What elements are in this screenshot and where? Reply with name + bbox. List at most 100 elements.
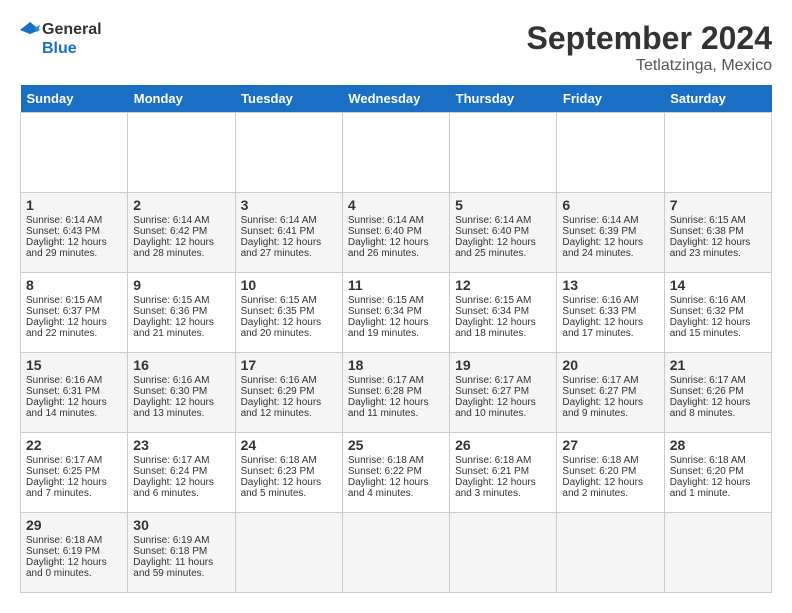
calendar-week-row: 15Sunrise: 6:16 AMSunset: 6:31 PMDayligh… [21,353,772,433]
day-number: 6 [562,197,658,213]
calendar-table: Sunday Monday Tuesday Wednesday Thursday… [20,85,772,593]
day-number: 3 [241,197,337,213]
day-info-line: Daylight: 12 hours [26,317,122,328]
day-number: 5 [455,197,551,213]
day-info-line: Sunset: 6:36 PM [133,306,229,317]
day-info-line: Sunset: 6:34 PM [348,306,444,317]
day-info-line: Daylight: 12 hours [348,237,444,248]
header-monday: Monday [128,85,235,113]
day-info-line: Sunset: 6:42 PM [133,226,229,237]
header-wednesday: Wednesday [342,85,449,113]
day-number: 14 [670,277,766,293]
day-info-line: Sunrise: 6:17 AM [670,375,766,386]
day-info-line: Sunset: 6:24 PM [133,466,229,477]
day-number: 19 [455,357,551,373]
day-info-line: Sunset: 6:28 PM [348,386,444,397]
day-info-line: Sunset: 6:41 PM [241,226,337,237]
logo-blue: Blue [42,40,77,58]
day-info-line: Sunset: 6:40 PM [455,226,551,237]
day-info-line: Sunset: 6:27 PM [562,386,658,397]
day-info-line: Sunset: 6:23 PM [241,466,337,477]
calendar-day-cell: 14Sunrise: 6:16 AMSunset: 6:32 PMDayligh… [664,273,771,353]
day-info-line: Daylight: 12 hours [26,397,122,408]
calendar-week-row: 22 Sunrise: 6:17 AM Sunset: 6:25 PM Dayligh… [21,433,772,513]
logo: General Blue [20,20,102,58]
day-info-line: Daylight: 12 hours [26,557,122,568]
header-tuesday: Tuesday [235,85,342,113]
header-sunday: Sunday [21,85,128,113]
calendar-day-cell: 28Sunrise: 6:18 AMSunset: 6:20 PMDayligh… [664,433,771,513]
day-info-line: and 24 minutes. [562,248,658,259]
calendar-day-cell: 20Sunrise: 6:17 AMSunset: 6:27 PMDayligh… [557,353,664,433]
day-info-line: Sunset: 6:38 PM [670,226,766,237]
day-number: 25 [348,437,444,453]
day-info-line: Daylight: 12 hours [455,317,551,328]
calendar-day-cell: 4 Sunrise: 6:14 AMSunset: 6:40 PMDaylight… [342,193,449,273]
day-info-line: Daylight: 12 hours [562,477,658,488]
logo-general: General [42,21,102,39]
calendar-day-cell [557,513,664,593]
calendar-day-cell [128,113,235,193]
day-info-line: Sunrise: 6:15 AM [670,215,766,226]
day-info-line: Daylight: 12 hours [241,237,337,248]
day-info-line: and 17 minutes. [562,328,658,339]
day-number: 11 [348,277,444,293]
day-number: 2 [133,197,229,213]
day-info-line: and 3 minutes. [455,488,551,499]
day-info-line: Daylight: 12 hours [133,317,229,328]
day-info-line: and 10 minutes. [455,408,551,419]
day-info-line: and 28 minutes. [133,248,229,259]
day-info-line: Sunrise: 6:16 AM [562,295,658,306]
calendar-day-cell [450,513,557,593]
day-info-line: and 5 minutes. [241,488,337,499]
day-number: 1 [26,197,122,213]
day-number: 4 [348,197,444,213]
calendar-day-cell [557,113,664,193]
day-info-line: Sunrise: 6:14 AM [348,215,444,226]
calendar-week-row [21,113,772,193]
day-info-line: and 11 minutes. [348,408,444,419]
day-info-line: and 9 minutes. [562,408,658,419]
day-info-line: Sunrise: 6:15 AM [348,295,444,306]
day-info-line: Sunrise: 6:17 AM [133,455,229,466]
day-info-line: Sunrise: 6:15 AM [241,295,337,306]
calendar-day-cell: 18Sunrise: 6:17 AMSunset: 6:28 PMDayligh… [342,353,449,433]
calendar-day-cell: 12Sunrise: 6:15 AMSunset: 6:34 PMDayligh… [450,273,557,353]
calendar-week-row: 1 Sunrise: 6:14 AM Sunset: 6:43 PM Daylight… [21,193,772,273]
day-info-line: Sunrise: 6:18 AM [348,455,444,466]
day-info-line: Daylight: 12 hours [348,397,444,408]
day-info-line: and 59 minutes. [133,568,229,579]
day-info-line: Sunset: 6:25 PM [26,466,122,477]
day-info-line: Sunset: 6:32 PM [670,306,766,317]
day-number: 16 [133,357,229,373]
day-info-line: Sunset: 6:43 PM [26,226,122,237]
calendar-day-cell: 16Sunrise: 6:16 AMSunset: 6:30 PMDayligh… [128,353,235,433]
day-info-line: Sunset: 6:22 PM [348,466,444,477]
calendar-day-cell: 13Sunrise: 6:16 AMSunset: 6:33 PMDayligh… [557,273,664,353]
calendar-day-cell: 30Sunrise: 6:19 AMSunset: 6:18 PMDayligh… [128,513,235,593]
header-friday: Friday [557,85,664,113]
day-number: 22 [26,437,122,453]
calendar-day-cell: 15Sunrise: 6:16 AMSunset: 6:31 PMDayligh… [21,353,128,433]
month-title: September 2024 [527,20,772,57]
day-info-line: and 29 minutes. [26,248,122,259]
day-info-line: Daylight: 12 hours [348,317,444,328]
title-area: September 2024 Tetlatzinga, Mexico [527,20,772,75]
calendar-day-cell: 26Sunrise: 6:18 AMSunset: 6:21 PMDayligh… [450,433,557,513]
day-number: 26 [455,437,551,453]
day-number: 24 [241,437,337,453]
calendar-day-cell: 6Sunrise: 6:14 AMSunset: 6:39 PMDaylight… [557,193,664,273]
day-info-line: and 7 minutes. [26,488,122,499]
day-info-line: and 15 minutes. [670,328,766,339]
day-info-line: Daylight: 12 hours [562,237,658,248]
day-info-line: Sunset: 6:26 PM [670,386,766,397]
calendar-day-cell: 10Sunrise: 6:15 AMSunset: 6:35 PMDayligh… [235,273,342,353]
calendar-day-cell: 5Sunrise: 6:14 AMSunset: 6:40 PMDaylight… [450,193,557,273]
day-number: 10 [241,277,337,293]
calendar-day-cell [21,113,128,193]
day-info-line: Sunset: 6:40 PM [348,226,444,237]
day-info-line: Sunset: 6:35 PM [241,306,337,317]
day-info-line: and 21 minutes. [133,328,229,339]
day-info-line: Sunset: 6:39 PM [562,226,658,237]
day-info-line: and 18 minutes. [455,328,551,339]
